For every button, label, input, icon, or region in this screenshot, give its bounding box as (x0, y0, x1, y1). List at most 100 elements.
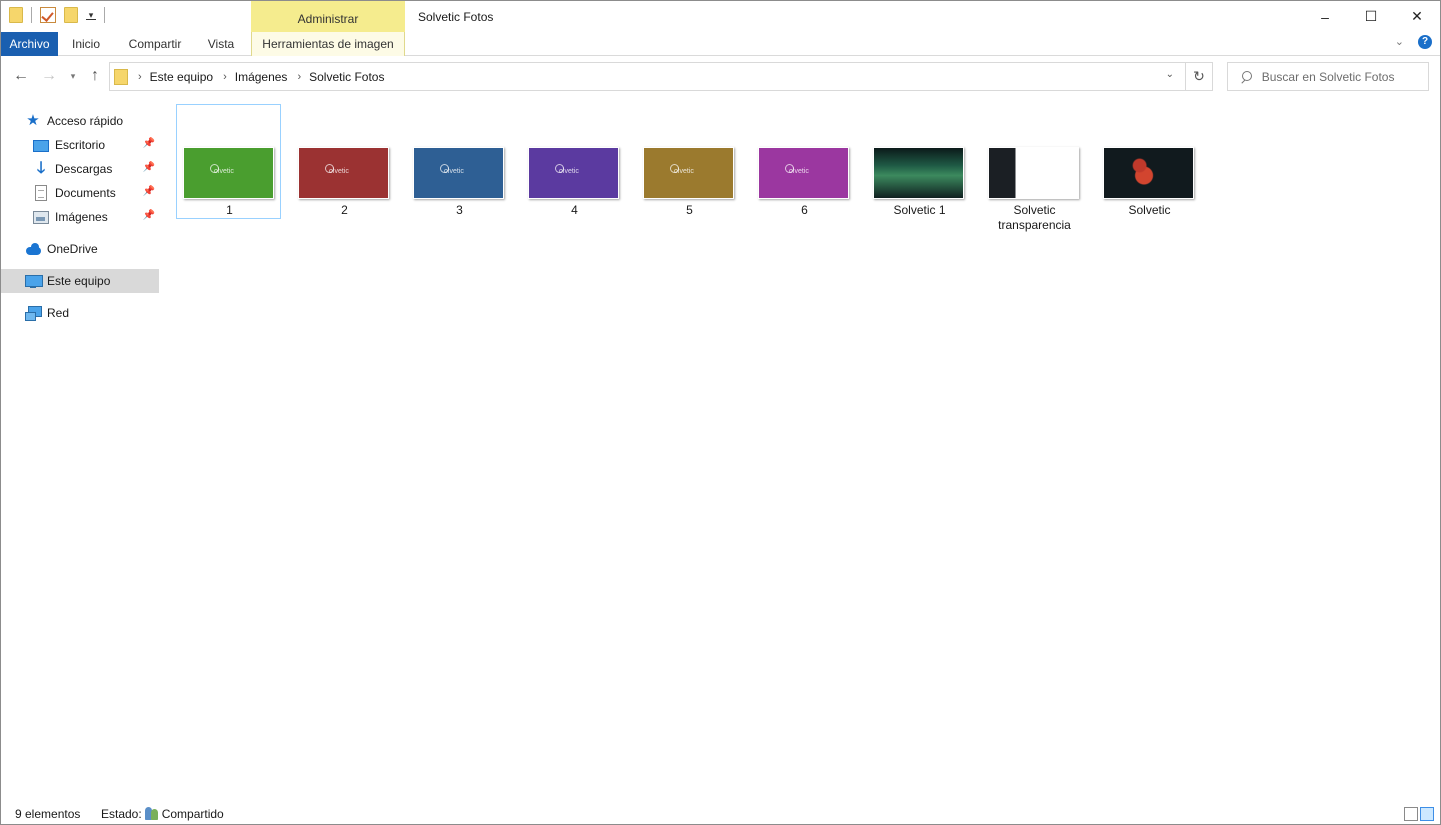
folder-icon[interactable] (9, 7, 23, 23)
file-name: 3 (456, 203, 463, 217)
tab-inicio[interactable]: Inicio (58, 32, 114, 56)
file-item[interactable]: Solvetic (1096, 104, 1201, 219)
quick-access-toolbar: ▾ (9, 7, 105, 23)
tab-compartir[interactable]: Compartir (114, 32, 196, 56)
pin-icon[interactable]: 📌 (143, 186, 155, 197)
watermark: olvetic (785, 164, 809, 175)
file-item[interactable]: olvetic 1 (176, 104, 281, 219)
item-count: 9 elementos (15, 807, 81, 821)
file-item[interactable]: olvetic 6 (751, 104, 856, 219)
star-icon: ★ (26, 112, 40, 129)
maximize-button[interactable]: ☐ (1348, 1, 1394, 32)
sidebar-item-red[interactable]: Red (1, 301, 159, 325)
recent-locations-chevron-icon[interactable]: ▾ (63, 66, 83, 86)
window-controls: – ☐ ✕ (1302, 1, 1440, 32)
file-list: olvetic 1 olvetic 2 olvetic 3 olvetic 4 … (171, 101, 1436, 791)
breadcrumb-solvetic-fotos[interactable]: Solvetic Fotos (309, 70, 384, 84)
search-input[interactable] (1261, 69, 1428, 84)
breadcrumb-chevron-icon[interactable]: › (223, 71, 227, 83)
pictures-icon (33, 211, 49, 224)
file-name: 4 (571, 203, 578, 217)
watermark: olvetic (555, 164, 579, 175)
sidebar-item-label: Red (47, 306, 70, 320)
forward-arrow-icon[interactable]: → (39, 66, 59, 86)
breadcrumb-este-equipo[interactable]: Este equipo (150, 70, 213, 84)
tab-archivo[interactable]: Archivo (1, 32, 58, 56)
address-bar[interactable]: › Este equipo › Imágenes › Solvetic Foto… (109, 62, 1213, 91)
file-name: 5 (686, 203, 693, 217)
pin-icon[interactable]: 📌 (143, 162, 155, 173)
breadcrumb-chevron-icon[interactable]: › (297, 71, 301, 83)
network-icon (25, 305, 42, 321)
sidebar-item-imagenes[interactable]: Imágenes 📌 (1, 205, 159, 229)
watermark: olvetic (440, 164, 464, 175)
state-value: Compartido (161, 807, 224, 821)
file-item[interactable]: Solvetic 1 (866, 104, 971, 219)
file-item[interactable]: olvetic 2 (291, 104, 396, 219)
ribbon-right-controls: ⌄ ? (1395, 35, 1432, 49)
sidebar-item-onedrive[interactable]: OneDrive (1, 237, 159, 261)
image-thumbnail (988, 147, 1079, 199)
navigation-bar: ← → ▾ ↑ › Este equipo › Imágenes › Solve… (1, 59, 1440, 93)
back-arrow-icon[interactable]: ← (11, 66, 31, 86)
image-thumbnail: olvetic (298, 147, 389, 199)
properties-icon[interactable] (40, 7, 56, 23)
search-icon (1240, 70, 1252, 83)
file-name: 1 (226, 203, 233, 217)
folder-icon (114, 68, 128, 85)
cloud-icon (25, 241, 41, 257)
help-icon[interactable]: ? (1418, 35, 1432, 49)
pin-icon[interactable]: 📌 (143, 210, 155, 221)
sidebar-item-escritorio[interactable]: Escritorio 📌 (1, 133, 159, 157)
file-name: Solvetic transparencia (998, 203, 1071, 232)
new-folder-icon[interactable] (64, 7, 78, 23)
customize-toolbar-icon[interactable]: ▾ (86, 10, 96, 20)
close-button[interactable]: ✕ (1394, 1, 1440, 32)
address-dropdown-icon[interactable]: ⌄ (1166, 69, 1174, 80)
details-view-icon[interactable] (1404, 807, 1418, 821)
sidebar-item-label: Imágenes (55, 210, 108, 224)
image-thumbnail: olvetic (643, 147, 734, 199)
expand-ribbon-icon[interactable]: ⌄ (1395, 35, 1404, 49)
tab-herramientas-de-imagen[interactable]: Herramientas de imagen (251, 32, 405, 56)
sidebar-item-acceso-rapido[interactable]: ★ Acceso rápido (1, 109, 159, 133)
file-item[interactable]: Solvetic transparencia (981, 104, 1086, 232)
window-title: Solvetic Fotos (418, 10, 494, 24)
sidebar-item-label: Documents (55, 186, 116, 200)
large-icons-view-icon[interactable] (1420, 807, 1434, 821)
image-thumbnail: olvetic (758, 147, 849, 199)
download-icon: 🡓 (36, 160, 46, 177)
file-item[interactable]: olvetic 3 (406, 104, 511, 219)
file-item[interactable]: olvetic 4 (521, 104, 626, 219)
minimize-button[interactable]: – (1302, 1, 1348, 32)
image-thumbnail: olvetic (413, 147, 504, 199)
toolbar-divider (31, 7, 32, 23)
sidebar-item-label: Descargas (55, 162, 113, 176)
image-thumbnail: olvetic (183, 147, 274, 199)
sidebar-item-este-equipo[interactable]: Este equipo (1, 269, 159, 293)
pin-icon[interactable]: 📌 (143, 138, 155, 149)
refresh-icon[interactable]: ↻ (1185, 63, 1212, 90)
watermark: olvetic (210, 164, 234, 175)
search-box[interactable] (1227, 62, 1429, 91)
title-bar: ▾ Administrar Solvetic Fotos – ☐ ✕ (1, 1, 1440, 32)
status-bar: 9 elementos Estado: Compartido (1, 803, 1440, 825)
sharing-state: Estado: Compartido (101, 807, 224, 821)
breadcrumb-imagenes[interactable]: Imágenes (235, 70, 288, 84)
file-name: 6 (801, 203, 808, 217)
sidebar-item-label: Acceso rápido (47, 114, 124, 128)
state-label: Estado: (101, 807, 142, 821)
tab-vista[interactable]: Vista (196, 32, 246, 56)
desktop-icon (33, 140, 49, 152)
breadcrumb-chevron-icon[interactable]: › (138, 71, 142, 83)
sidebar-item-descargas[interactable]: 🡓 Descargas 📌 (1, 157, 159, 181)
computer-icon (25, 273, 43, 289)
up-arrow-icon[interactable]: ↑ (85, 66, 105, 86)
image-thumbnail: olvetic (528, 147, 619, 199)
sidebar-item-documents[interactable]: Documents 📌 (1, 181, 159, 205)
file-item[interactable]: olvetic 5 (636, 104, 741, 219)
watermark: olvetic (670, 164, 694, 175)
